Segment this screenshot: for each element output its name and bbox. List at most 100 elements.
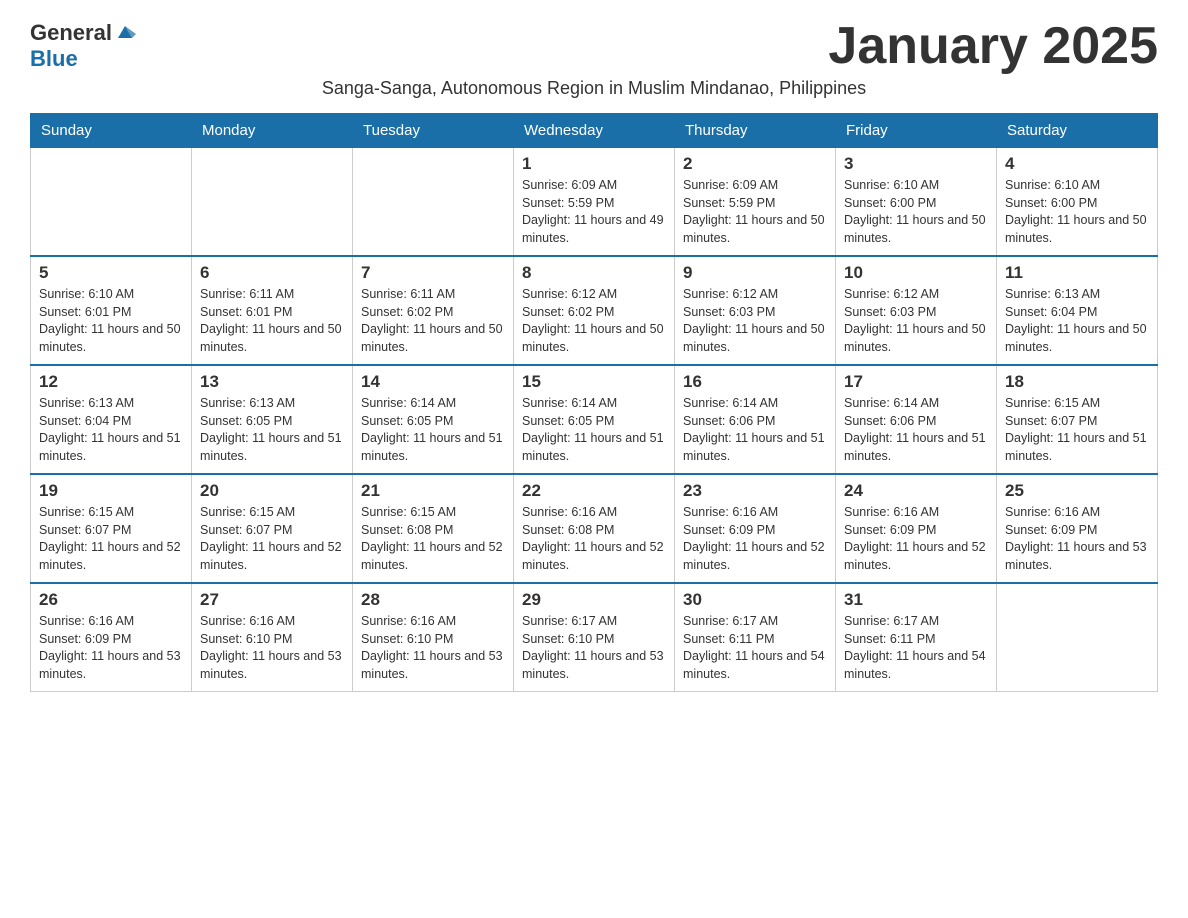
month-title: January 2025: [828, 20, 1158, 72]
day-number: 18: [1005, 372, 1149, 392]
table-row: 7 Sunrise: 6:11 AMSunset: 6:02 PMDaylight…: [353, 256, 514, 365]
table-row: 23Sunrise: 6:16 AMSunset: 6:09 PMDayligh…: [675, 474, 836, 583]
day-number: 8: [522, 263, 666, 283]
table-row: 20 Sunrise: 6:15 AMSunset: 6:07 PMDayligh…: [192, 474, 353, 583]
table-row: 29Sunrise: 6:17 AMSunset: 6:10 PMDayligh…: [514, 583, 675, 692]
day-info: Sunrise: 6:16 AMSunset: 6:08 PMDaylight:…: [522, 504, 666, 574]
day-info: Sunrise: 6:15 AMSunset: 6:08 PMDaylight:…: [361, 504, 505, 574]
day-info: Sunrise: 6:16 AMSunset: 6:09 PMDaylight:…: [1005, 504, 1149, 574]
day-number: 29: [522, 590, 666, 610]
day-info: Sunrise: 6:09 AMSunset: 5:59 PMDaylight:…: [522, 177, 666, 247]
day-info: Sunrise: 6:16 AMSunset: 6:10 PMDaylight:…: [200, 613, 344, 683]
day-info: Sunrise: 6:15 AMSunset: 6:07 PMDaylight:…: [1005, 395, 1149, 465]
table-row: [31, 148, 192, 257]
day-info: Sunrise: 6:10 AMSunset: 6:00 PMDaylight:…: [844, 177, 988, 247]
day-info: Sunrise: 6:14 AMSunset: 6:05 PMDaylight:…: [522, 395, 666, 465]
table-row: [997, 583, 1158, 692]
table-row: 31Sunrise: 6:17 AMSunset: 6:11 PMDayligh…: [836, 583, 997, 692]
table-row: 2 Sunrise: 6:09 AMSunset: 5:59 PMDaylight…: [675, 148, 836, 257]
day-info: Sunrise: 6:15 AMSunset: 6:07 PMDaylight:…: [200, 504, 344, 574]
day-info: Sunrise: 6:12 AMSunset: 6:03 PMDaylight:…: [844, 286, 988, 356]
day-info: Sunrise: 6:17 AMSunset: 6:11 PMDaylight:…: [683, 613, 827, 683]
day-info: Sunrise: 6:16 AMSunset: 6:09 PMDaylight:…: [39, 613, 183, 683]
calendar-week-row: 19 Sunrise: 6:15 AMSunset: 6:07 PMDayligh…: [31, 474, 1158, 583]
table-row: 22 Sunrise: 6:16 AMSunset: 6:08 PMDayligh…: [514, 474, 675, 583]
day-info: Sunrise: 6:16 AMSunset: 6:10 PMDaylight:…: [361, 613, 505, 683]
day-info: Sunrise: 6:14 AMSunset: 6:06 PMDaylight:…: [844, 395, 988, 465]
day-number: 25: [1005, 481, 1149, 501]
day-number: 24: [844, 481, 988, 501]
day-number: 22: [522, 481, 666, 501]
day-info: Sunrise: 6:13 AMSunset: 6:04 PMDaylight:…: [39, 395, 183, 465]
day-number: 5: [39, 263, 183, 283]
calendar-week-row: 1 Sunrise: 6:09 AMSunset: 5:59 PMDaylight…: [31, 148, 1158, 257]
table-row: 13Sunrise: 6:13 AMSunset: 6:05 PMDayligh…: [192, 365, 353, 474]
day-number: 23: [683, 481, 827, 501]
day-number: 1: [522, 154, 666, 174]
header-thursday: Thursday: [675, 114, 836, 148]
table-row: 9Sunrise: 6:12 AMSunset: 6:03 PMDaylight…: [675, 256, 836, 365]
table-row: [192, 148, 353, 257]
table-row: 12 Sunrise: 6:13 AMSunset: 6:04 PMDayligh…: [31, 365, 192, 474]
calendar-week-row: 5 Sunrise: 6:10 AMSunset: 6:01 PMDaylight…: [31, 256, 1158, 365]
day-number: 7: [361, 263, 505, 283]
day-info: Sunrise: 6:13 AMSunset: 6:04 PMDaylight:…: [1005, 286, 1149, 356]
day-number: 14: [361, 372, 505, 392]
header-friday: Friday: [836, 114, 997, 148]
day-info: Sunrise: 6:09 AMSunset: 5:59 PMDaylight:…: [683, 177, 827, 247]
day-number: 20: [200, 481, 344, 501]
day-number: 17: [844, 372, 988, 392]
table-row: 26 Sunrise: 6:16 AMSunset: 6:09 PMDayligh…: [31, 583, 192, 692]
table-row: 21Sunrise: 6:15 AMSunset: 6:08 PMDayligh…: [353, 474, 514, 583]
day-info: Sunrise: 6:14 AMSunset: 6:05 PMDaylight:…: [361, 395, 505, 465]
day-number: 3: [844, 154, 988, 174]
table-row: 3 Sunrise: 6:10 AMSunset: 6:00 PMDaylight…: [836, 148, 997, 257]
table-row: 25 Sunrise: 6:16 AMSunset: 6:09 PMDayligh…: [997, 474, 1158, 583]
day-number: 27: [200, 590, 344, 610]
table-row: 8 Sunrise: 6:12 AMSunset: 6:02 PMDaylight…: [514, 256, 675, 365]
table-row: 18 Sunrise: 6:15 AMSunset: 6:07 PMDayligh…: [997, 365, 1158, 474]
day-number: 16: [683, 372, 827, 392]
table-row: 30 Sunrise: 6:17 AMSunset: 6:11 PMDayligh…: [675, 583, 836, 692]
day-number: 10: [844, 263, 988, 283]
calendar-header-row: Sunday Monday Tuesday Wednesday Thursday…: [31, 114, 1158, 148]
header-wednesday: Wednesday: [514, 114, 675, 148]
day-info: Sunrise: 6:14 AMSunset: 6:06 PMDaylight:…: [683, 395, 827, 465]
day-info: Sunrise: 6:11 AMSunset: 6:02 PMDaylight:…: [361, 286, 505, 356]
table-row: 28 Sunrise: 6:16 AMSunset: 6:10 PMDayligh…: [353, 583, 514, 692]
logo-blue: Blue: [30, 46, 78, 71]
day-number: 12: [39, 372, 183, 392]
header-monday: Monday: [192, 114, 353, 148]
table-row: 14 Sunrise: 6:14 AMSunset: 6:05 PMDayligh…: [353, 365, 514, 474]
table-row: 6Sunrise: 6:11 AMSunset: 6:01 PMDaylight…: [192, 256, 353, 365]
day-number: 30: [683, 590, 827, 610]
day-info: Sunrise: 6:10 AMSunset: 6:00 PMDaylight:…: [1005, 177, 1149, 247]
table-row: 15Sunrise: 6:14 AMSunset: 6:05 PMDayligh…: [514, 365, 675, 474]
calendar-week-row: 12 Sunrise: 6:13 AMSunset: 6:04 PMDayligh…: [31, 365, 1158, 474]
logo-icon: [114, 20, 136, 42]
table-row: 4 Sunrise: 6:10 AMSunset: 6:00 PMDaylight…: [997, 148, 1158, 257]
calendar-table: Sunday Monday Tuesday Wednesday Thursday…: [30, 113, 1158, 692]
day-info: Sunrise: 6:12 AMSunset: 6:02 PMDaylight:…: [522, 286, 666, 356]
logo-general: General: [30, 20, 112, 46]
day-info: Sunrise: 6:12 AMSunset: 6:03 PMDaylight:…: [683, 286, 827, 356]
day-info: Sunrise: 6:10 AMSunset: 6:01 PMDaylight:…: [39, 286, 183, 356]
day-info: Sunrise: 6:11 AMSunset: 6:01 PMDaylight:…: [200, 286, 344, 356]
table-row: [353, 148, 514, 257]
table-row: 10 Sunrise: 6:12 AMSunset: 6:03 PMDayligh…: [836, 256, 997, 365]
day-number: 19: [39, 481, 183, 501]
day-number: 4: [1005, 154, 1149, 174]
day-info: Sunrise: 6:16 AMSunset: 6:09 PMDaylight:…: [844, 504, 988, 574]
day-number: 28: [361, 590, 505, 610]
day-info: Sunrise: 6:15 AMSunset: 6:07 PMDaylight:…: [39, 504, 183, 574]
day-number: 2: [683, 154, 827, 174]
header-tuesday: Tuesday: [353, 114, 514, 148]
header-saturday: Saturday: [997, 114, 1158, 148]
page-header: General Blue January 2025: [30, 20, 1158, 72]
table-row: 11Sunrise: 6:13 AMSunset: 6:04 PMDayligh…: [997, 256, 1158, 365]
table-row: 1 Sunrise: 6:09 AMSunset: 5:59 PMDaylight…: [514, 148, 675, 257]
table-row: 19 Sunrise: 6:15 AMSunset: 6:07 PMDayligh…: [31, 474, 192, 583]
day-number: 13: [200, 372, 344, 392]
table-row: 16 Sunrise: 6:14 AMSunset: 6:06 PMDayligh…: [675, 365, 836, 474]
day-number: 26: [39, 590, 183, 610]
